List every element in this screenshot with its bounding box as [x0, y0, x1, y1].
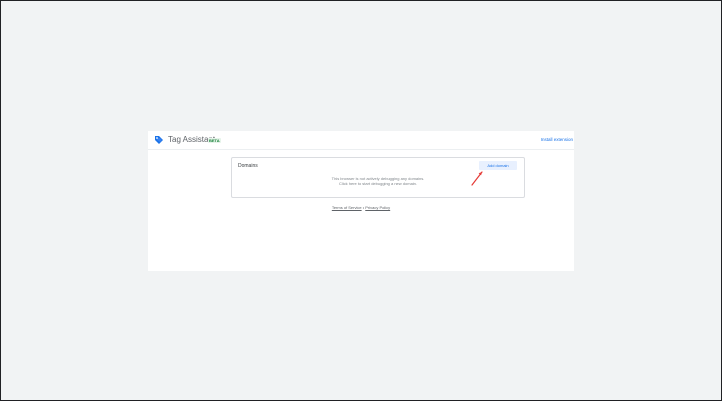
privacy-policy-link[interactable]: Privacy Policy: [365, 205, 390, 210]
tag-assistant-window: Tag Assistant BETA Install extension Dom…: [148, 131, 574, 271]
app-header: Tag Assistant BETA Install extension: [148, 131, 574, 150]
tag-assistant-logo-icon: [155, 136, 163, 144]
beta-badge: BETA: [208, 138, 221, 143]
install-extension-link[interactable]: Install extension: [541, 137, 573, 143]
domains-title: Domains: [238, 163, 258, 169]
footer-links: Terms of Service • Privacy Policy: [148, 205, 574, 210]
terms-of-service-link[interactable]: Terms of Service: [332, 205, 362, 210]
red-arrow-icon: [471, 171, 483, 186]
footer-separator: •: [362, 205, 365, 210]
